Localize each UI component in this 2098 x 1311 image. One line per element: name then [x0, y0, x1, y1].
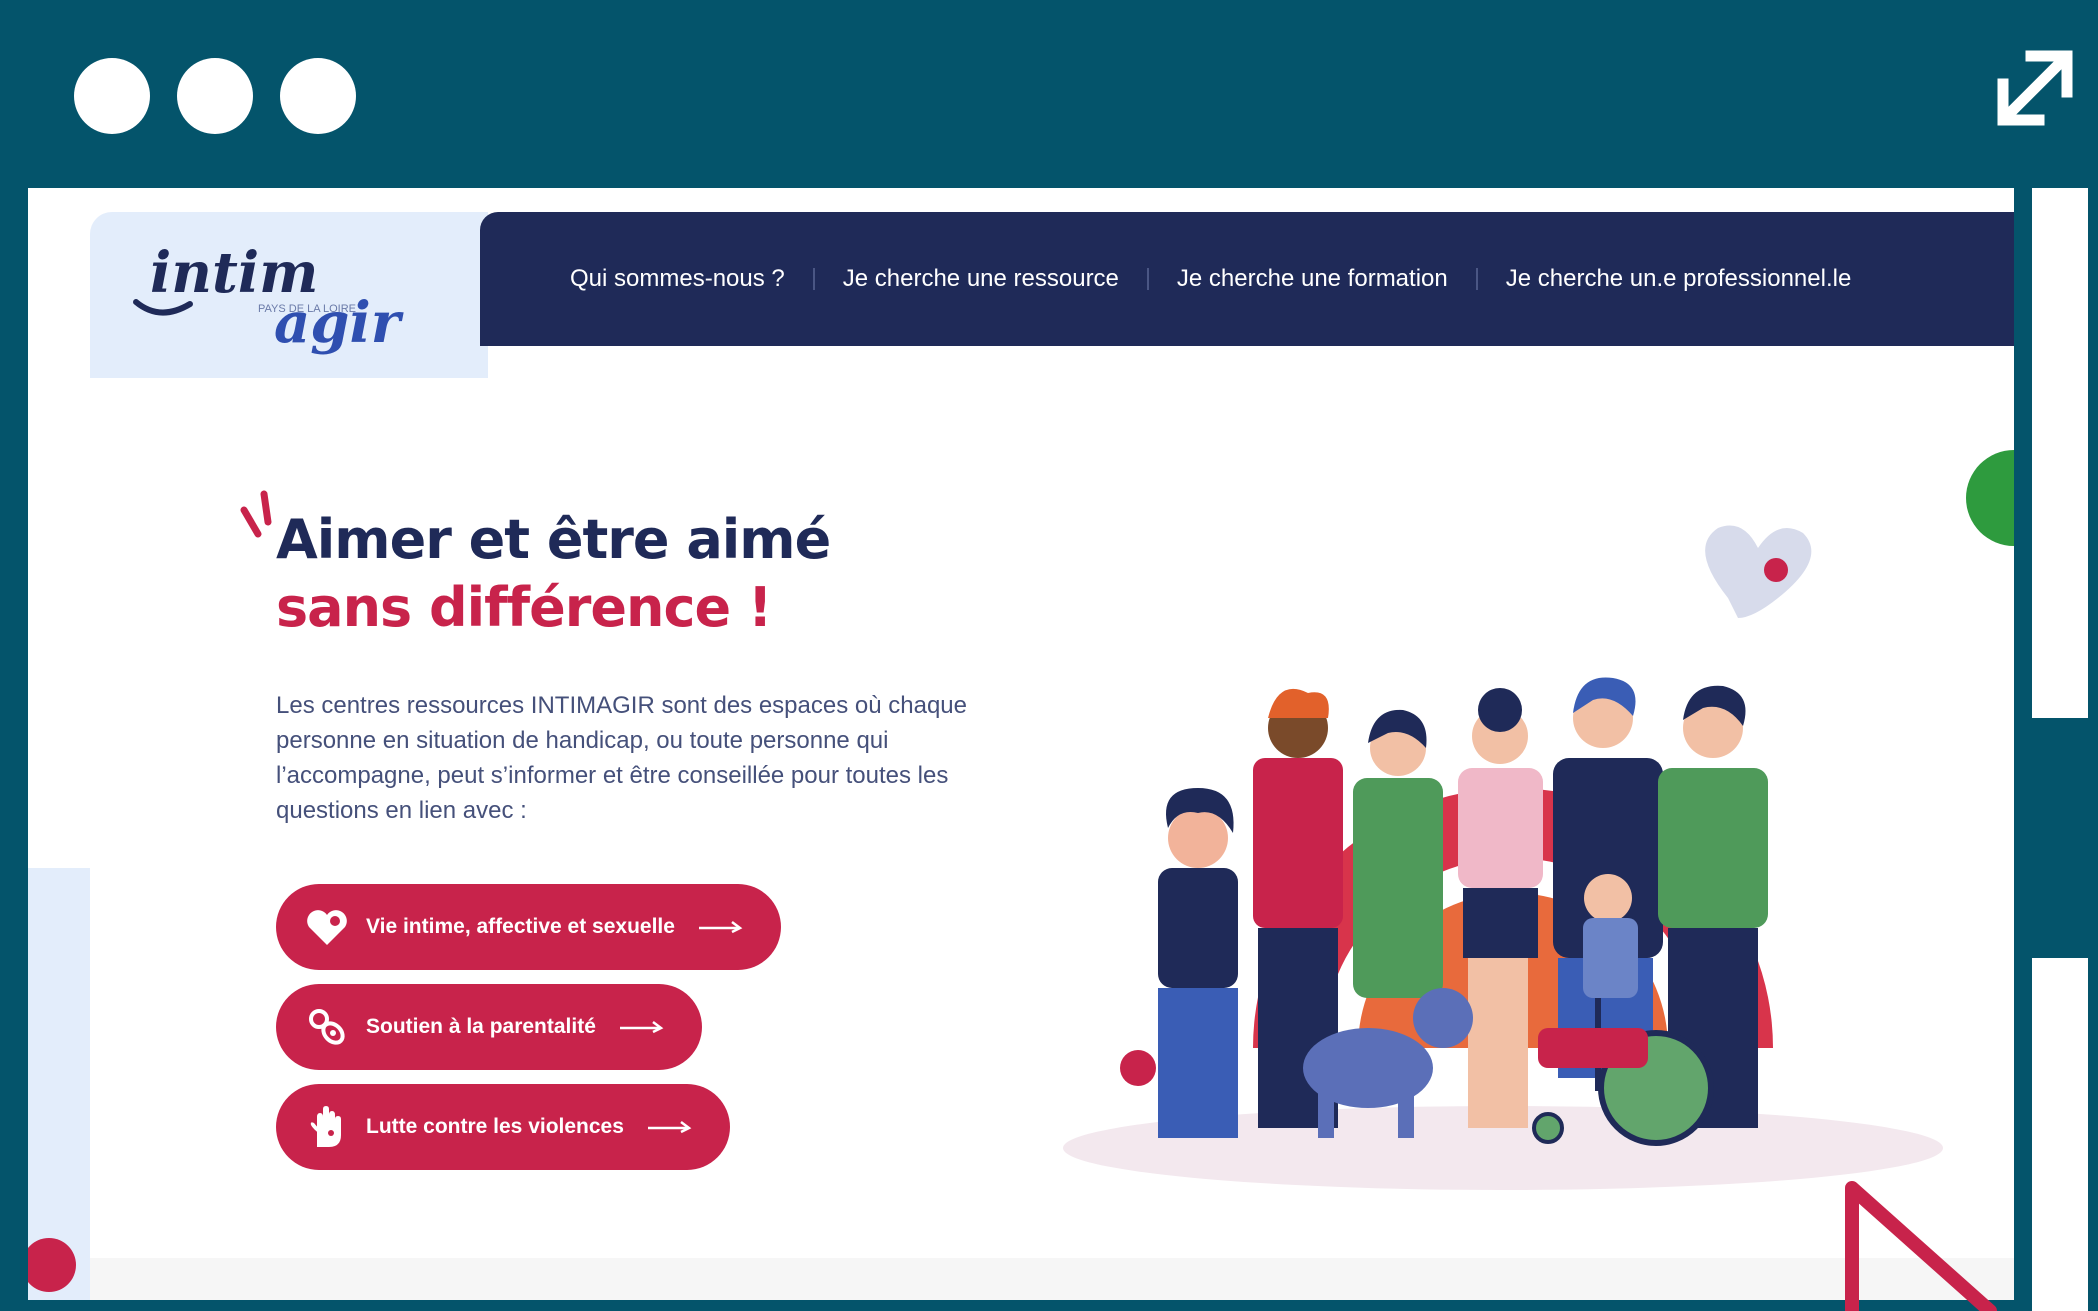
pacifier-icon [304, 1004, 350, 1050]
side-panel [2032, 188, 2088, 718]
hero-title: Aimer et être aimé sans différence ! [276, 506, 831, 642]
section-divider [90, 1258, 2014, 1300]
hero-title-line1: Aimer et être aimé [276, 508, 831, 571]
button-label: Soutien à la parentalité [366, 1015, 596, 1038]
button-violence[interactable]: Lutte contre les violences [276, 1084, 730, 1170]
window-dot-minimize[interactable] [177, 58, 253, 134]
button-intimate-life[interactable]: Vie intime, affective et sexuelle [276, 884, 781, 970]
arrow-right-icon [619, 1021, 664, 1034]
cursor-pointer-icon [1845, 1181, 1997, 1311]
heart-decoration-icon [1705, 525, 1812, 618]
hero-title-line2: sans différence ! [276, 576, 773, 639]
hero-intro: Les centres ressources INTIMAGIR sont de… [276, 692, 967, 824]
nav-item-professional[interactable]: Je cherche un.e professionnel.le [1506, 265, 1852, 293]
nav-separator [1475, 268, 1478, 290]
main-navigation: Qui sommes-nous ? Je cherche une ressour… [480, 212, 2014, 346]
window-dot-close[interactable] [74, 58, 150, 134]
flower-decoration-icon [1120, 1050, 1156, 1086]
nav-separator [1146, 268, 1149, 290]
intimagir-logo-icon: intim PAYS DE LA LOIRE agir [133, 240, 404, 356]
site-logo[interactable]: intim PAYS DE LA LOIRE agir [90, 212, 488, 378]
button-label: Lutte contre les violences [366, 1115, 624, 1138]
nav-item-resource[interactable]: Je cherche une ressource [843, 265, 1119, 293]
hand-icon [304, 1104, 350, 1150]
logo-agir: agir [274, 290, 404, 356]
window-controls [74, 58, 356, 134]
decorative-shape [28, 868, 90, 1300]
floating-badge[interactable] [1966, 450, 2014, 546]
nav-separator [812, 268, 815, 290]
webpage-viewport: intim PAYS DE LA LOIRE agir Qui sommes-n… [28, 188, 2014, 1300]
button-label: Vie intime, affective et sexuelle [366, 915, 675, 938]
hero-illustration [1063, 525, 1943, 1190]
arrow-right-icon [698, 921, 743, 934]
side-panel [2032, 958, 2088, 1311]
arrow-right-icon [647, 1121, 692, 1134]
title-accent-icon [240, 490, 272, 538]
nav-item-about[interactable]: Qui sommes-nous ? [570, 265, 785, 293]
nav-item-training[interactable]: Je cherche une formation [1177, 265, 1448, 293]
button-parenting[interactable]: Soutien à la parentalité [276, 984, 702, 1070]
heart-icon [304, 904, 350, 950]
window-dot-maximize[interactable] [280, 58, 356, 134]
expand-arrows-icon[interactable] [1985, 38, 2085, 138]
